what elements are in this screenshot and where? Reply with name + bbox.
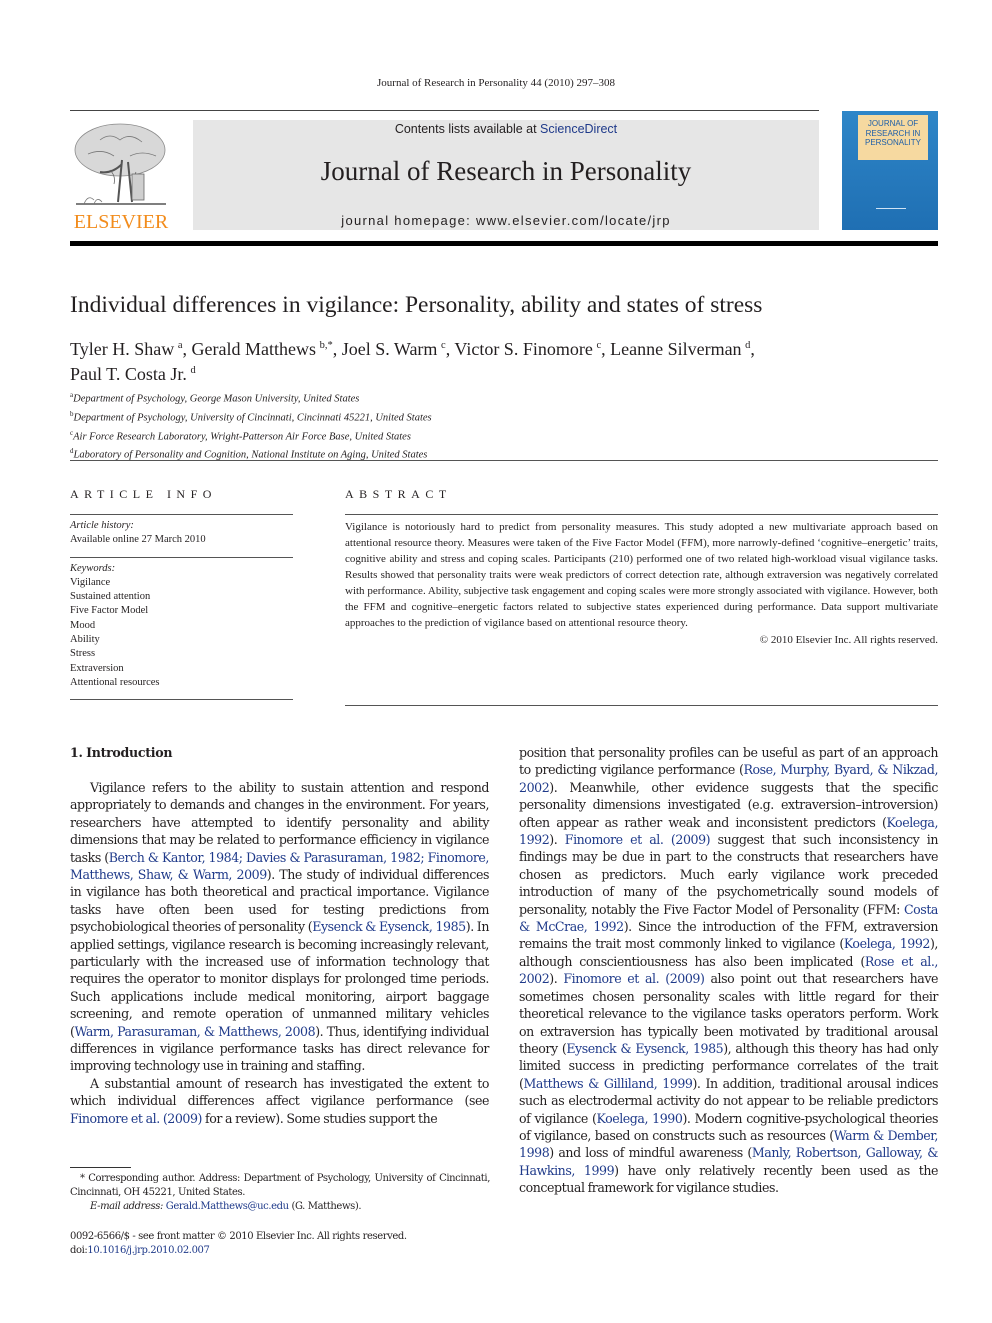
author[interactable]: Paul T. Costa Jr. d	[70, 364, 196, 384]
author-sep: ,	[750, 339, 755, 359]
author-list: Tyler H. Shaw a, Gerald Matthews b,*, Jo…	[70, 335, 870, 385]
article-history-value: Available online 27 March 2010	[70, 534, 206, 546]
article-history-label: Article history:	[70, 520, 134, 531]
paragraph: Vigilance refers to the ability to susta…	[70, 779, 489, 1075]
paragraph-text: for a review). Some studies support the	[202, 1110, 438, 1126]
citation-link[interactable]: Finomore et al. (2009)	[70, 1111, 202, 1126]
author-name: Leanne Silverman	[610, 339, 742, 359]
affiliation-text: Air Force Research Laboratory, Wright-Pa…	[73, 431, 411, 443]
paragraph: A substantial amount of research has inv…	[70, 1075, 489, 1127]
author-name: Tyler H. Shaw	[70, 339, 175, 359]
journal-homepage-link[interactable]: journal homepage: www.elsevier.com/locat…	[193, 213, 819, 228]
abstract: Vigilance is notoriously hard to predict…	[345, 500, 938, 646]
paragraph-text: ).	[549, 832, 565, 848]
paragraph-text: ). In applied settings, vigilance resear…	[70, 919, 489, 1039]
divider	[345, 514, 938, 515]
footnote-rule	[70, 1167, 131, 1168]
footnote-text: Corresponding author. Address: Departmen…	[70, 1173, 490, 1198]
running-head: Journal of Research in Personality 44 (2…	[377, 77, 615, 89]
article-info: Article history: Available online 27 Mar…	[70, 500, 293, 701]
citation-link[interactable]: Warm, Parasuraman, & Matthews, 2008	[74, 1024, 315, 1039]
author-affil-sup[interactable]: b,*	[320, 340, 333, 351]
author-sep: ,	[182, 339, 192, 359]
affiliation: cAir Force Research Laboratory, Wright-P…	[70, 426, 432, 445]
cover-title: JOURNAL OF RESEARCH IN PERSONALITY	[858, 119, 928, 148]
journal-masthead: Contents lists available at ScienceDirec…	[193, 120, 819, 230]
affiliation-text: Department of Psychology, University of …	[73, 412, 432, 424]
author[interactable]: Leanne Silverman d	[610, 339, 750, 359]
email-label: E-mail address:	[90, 1201, 166, 1212]
citation-link[interactable]: Eysenck & Eysenck, 1985	[312, 919, 466, 934]
citation-link[interactable]: Finomore et al. (2009)	[563, 971, 704, 986]
contents-prefix: Contents lists available at	[394, 122, 541, 136]
publisher-logo-text: ELSEVIER	[73, 211, 169, 233]
paragraph-text: ).	[549, 971, 564, 987]
keyword[interactable]: Extraversion	[70, 662, 293, 676]
citation-link[interactable]: Eysenck & Eysenck, 1985	[566, 1041, 723, 1056]
keyword[interactable]: Stress	[70, 647, 293, 661]
cover-title-line: RESEARCH IN	[865, 128, 921, 138]
front-matter-rule	[70, 460, 938, 461]
body-column-left: 1. Introduction Vigilance refers to the …	[70, 744, 489, 1127]
body-column-right: position that personality profiles can b…	[519, 744, 938, 1197]
front-matter-notice: 0092-6566/$ - see front matter © 2010 El…	[70, 1230, 490, 1258]
cover-title-line: JOURNAL OF	[867, 119, 919, 128]
author-name: Victor S. Finomore	[454, 339, 593, 359]
author-affil-sup[interactable]: d	[190, 365, 195, 376]
citation-link[interactable]: Koelega, 1992	[844, 936, 931, 951]
paragraph: position that personality profiles can b…	[519, 744, 938, 1197]
doi-link[interactable]: 10.1016/j.jrp.2010.02.007	[87, 1245, 209, 1256]
author-name: Gerald Matthews	[191, 339, 316, 359]
article-title: Individual differences in vigilance: Per…	[70, 292, 763, 318]
email-link[interactable]: Gerald.Matthews@uc.edu	[166, 1201, 289, 1212]
paragraph-text: ) and loss of mindful awareness (	[549, 1145, 752, 1161]
journal-name: Journal of Research in Personality	[320, 156, 692, 186]
author-name: Joel S. Warm	[341, 339, 438, 359]
cover-signature	[876, 208, 906, 209]
email-suffix: (G. Matthews).	[288, 1201, 362, 1212]
author[interactable]: Gerald Matthews b,*	[192, 339, 333, 359]
affiliation-list: aDepartment of Psychology, George Mason …	[70, 388, 432, 463]
keyword[interactable]: Attentional resources	[70, 676, 293, 690]
elsevier-logo[interactable]: ELSEVIER	[70, 120, 172, 234]
contents-line: Contents lists available at ScienceDirec…	[193, 122, 819, 136]
issn-line: 0092-6566/$ - see front matter © 2010 El…	[70, 1231, 407, 1242]
author-name: Paul T. Costa Jr.	[70, 364, 187, 384]
author[interactable]: Tyler H. Shaw a	[70, 339, 183, 359]
keyword[interactable]: Five Factor Model	[70, 604, 293, 618]
header-rule	[70, 110, 819, 111]
keywords: Keywords: Vigilance Sustained attention …	[70, 558, 293, 700]
sciencedirect-link[interactable]: ScienceDirect	[540, 122, 617, 136]
author-sep: ,	[332, 339, 342, 359]
citation-link[interactable]: Matthews & Gilliland, 1999	[523, 1076, 692, 1091]
keywords-label: Keywords:	[70, 562, 116, 574]
masthead-rule	[70, 241, 938, 246]
divider	[345, 705, 938, 706]
abstract-text: Vigilance is notoriously hard to predict…	[345, 521, 938, 629]
citation-link[interactable]: Koelega, 1990	[596, 1111, 682, 1126]
paragraph-text: A substantial amount of research has inv…	[70, 1075, 489, 1109]
divider	[70, 699, 293, 701]
author[interactable]: Joel S. Warm c	[342, 339, 446, 359]
journal-cover-thumbnail[interactable]: JOURNAL OF RESEARCH IN PERSONALITY	[842, 111, 938, 230]
keyword[interactable]: Mood	[70, 619, 293, 633]
article-history: Article history: Available online 27 Mar…	[70, 515, 293, 557]
citation-link[interactable]: Finomore et al. (2009)	[565, 832, 711, 847]
section-heading: 1. Introduction	[70, 745, 173, 760]
keyword[interactable]: Sustained attention	[70, 590, 293, 604]
affiliation: aDepartment of Psychology, George Mason …	[70, 388, 432, 407]
paragraph-text: ). Meanwhile, other evidence suggests th…	[519, 779, 938, 830]
author[interactable]: Victor S. Finomore c	[454, 339, 601, 359]
abstract-copyright: © 2010 Elsevier Inc. All rights reserved…	[759, 633, 938, 646]
affiliation-text: Department of Psychology, George Mason U…	[73, 393, 360, 405]
doi-prefix: doi:	[70, 1245, 88, 1256]
keyword[interactable]: Ability	[70, 633, 293, 647]
tree-icon	[74, 123, 166, 205]
corresponding-author-footnote: * Corresponding author. Address: Departm…	[70, 1172, 490, 1214]
author-sep: ,	[601, 339, 611, 359]
affiliation: bDepartment of Psychology, University of…	[70, 407, 432, 426]
keyword[interactable]: Vigilance	[70, 576, 293, 590]
cover-title-line: PERSONALITY	[864, 138, 921, 147]
